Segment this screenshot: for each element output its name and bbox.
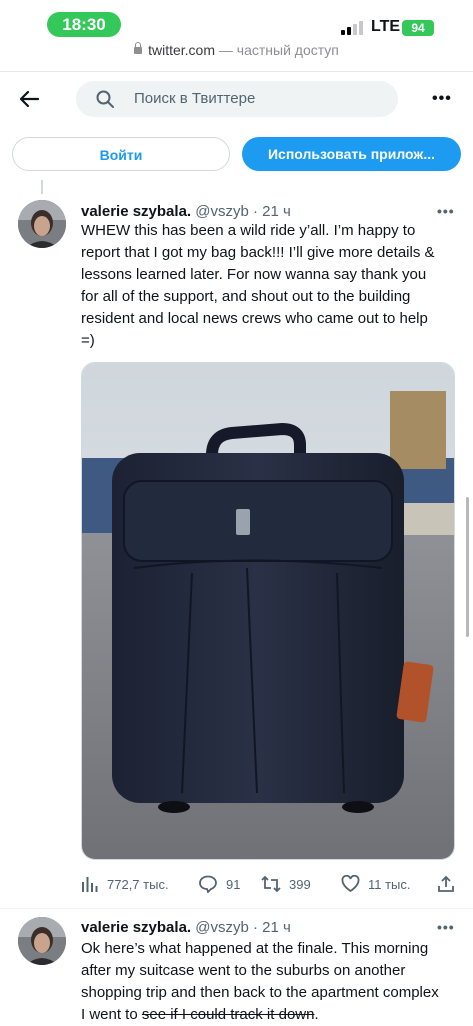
tweet-line: Ok here’s what happened at the finale. T… [81, 940, 429, 957]
tweet-line: resident and local news crews who came o… [81, 310, 428, 327]
private-label: частный доступ [236, 42, 339, 58]
tweet-line-end: . [314, 1006, 319, 1023]
tweet-more-icon[interactable]: ••• [437, 919, 455, 935]
tweet-line-text: I went to [81, 1006, 142, 1023]
views-count: 772,7 тыс. [107, 876, 169, 892]
retweet-button[interactable]: 399 [261, 872, 311, 896]
domain: twitter.com [148, 42, 215, 58]
divider [0, 908, 473, 909]
search-input[interactable]: Поиск в Твиттере [76, 81, 398, 117]
tweet-line: I went to see if I could track it down. [81, 1004, 439, 1026]
views-stat[interactable]: 772,7 тыс. [81, 872, 169, 896]
suitcase-photo [82, 363, 454, 859]
scrollbar[interactable] [466, 497, 469, 637]
battery-icon: 94 [402, 20, 434, 36]
heart-icon [341, 875, 360, 893]
tweet-line: report that I got my bag back!!! I’ll gi… [81, 244, 435, 261]
avatar[interactable] [18, 917, 66, 965]
search-placeholder: Поиск в Твиттере [134, 90, 256, 107]
use-app-button[interactable]: Использовать прилож... [242, 137, 461, 171]
retweet-icon [261, 875, 281, 893]
signal-icon [341, 21, 365, 35]
author-name: valerie szybala. [81, 203, 192, 220]
tweet-actions: 772,7 тыс. 91 399 11 тыс. [81, 872, 455, 896]
tweet-text: Ok here’s what happened at the finale. T… [81, 938, 439, 1026]
avatar[interactable] [18, 200, 66, 248]
share-button[interactable] [437, 872, 455, 896]
separator: — [215, 42, 237, 58]
author-name: valerie szybala. [81, 919, 192, 936]
clock: 18:30 [47, 12, 121, 37]
status-bar: 18:30 LTE 94 [0, 0, 473, 48]
like-button[interactable]: 11 тыс. [341, 872, 411, 896]
avatar-image [18, 200, 66, 248]
login-button[interactable]: Войти [12, 137, 230, 171]
thread-line [41, 180, 43, 194]
reply-icon [199, 875, 217, 893]
tweet-author[interactable]: valerie szybala. @vszyb · 21 ч [81, 919, 291, 936]
tweet-line: shopping trip and then back to the apart… [81, 984, 439, 1001]
struck-text: see if I could track it down [141, 1006, 315, 1023]
divider [0, 71, 473, 72]
tweet-photo[interactable] [81, 362, 455, 860]
retweet-count: 399 [289, 876, 311, 892]
tweet-line: lessons learned later. For now wanna say… [81, 266, 427, 283]
author-meta: @vszyb · 21 ч [191, 919, 291, 936]
network-type: LTE [371, 18, 401, 35]
avatar-image [18, 917, 66, 965]
tweet-line: =) [81, 332, 95, 349]
tweet-line: for all of the support, and shout out to… [81, 288, 411, 305]
back-arrow-icon[interactable] [18, 88, 40, 110]
address-bar[interactable]: twitter.com — частный доступ [0, 42, 473, 58]
author-meta: @vszyb · 21 ч [191, 203, 291, 220]
tweet-more-icon[interactable]: ••• [437, 203, 455, 219]
reply-button[interactable]: 91 [198, 872, 240, 896]
tweet-line: WHEW this has been a wild ride y’all. I’… [81, 222, 416, 239]
reply-count: 91 [226, 876, 241, 892]
share-icon [438, 875, 454, 892]
tweet-text: WHEW this has been a wild ride y’all. I’… [81, 220, 435, 352]
tweet-author[interactable]: valerie szybala. @vszyb · 21 ч [81, 203, 291, 220]
search-icon [96, 90, 114, 108]
chart-icon [82, 877, 98, 892]
like-count: 11 тыс. [368, 876, 411, 892]
more-options-icon[interactable]: ••• [432, 90, 452, 108]
tweet-line: after my suitcase went to the suburbs on… [81, 962, 406, 979]
lock-icon [134, 42, 143, 54]
